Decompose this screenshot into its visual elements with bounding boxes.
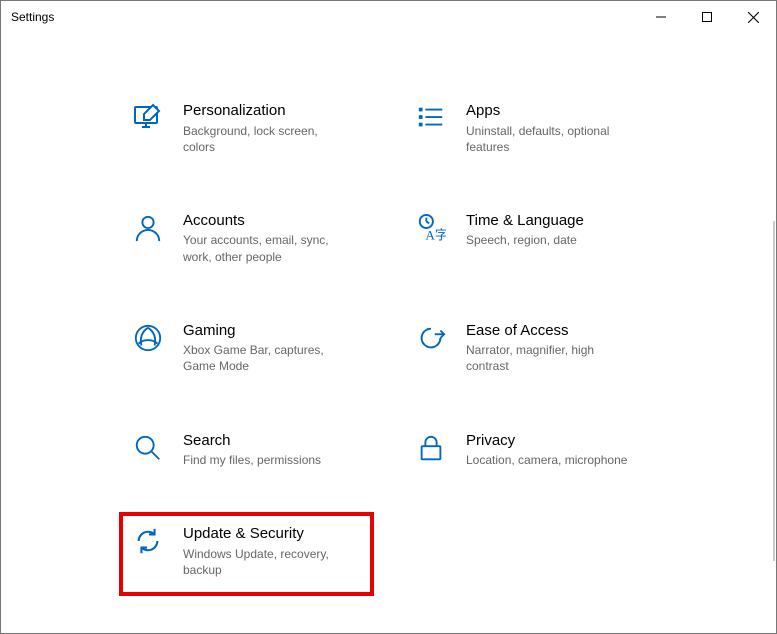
privacy-icon (414, 431, 448, 465)
category-update-security[interactable]: Update & Security Windows Update, recove… (131, 524, 362, 578)
category-desc: Xbox Game Bar, captures, Game Mode (183, 342, 353, 374)
minimize-button[interactable] (638, 1, 684, 33)
category-desc: Uninstall, defaults, optional features (466, 123, 636, 155)
category-name: Accounts (183, 211, 353, 231)
scrollbar[interactable] (773, 221, 775, 561)
category-desc: Your accounts, email, sync, work, other … (183, 232, 353, 264)
category-name: Update & Security (183, 524, 353, 544)
category-desc: Find my files, permissions (183, 452, 321, 468)
settings-categories: Personalization Background, lock screen,… (1, 101, 776, 596)
ease-of-access-icon (414, 321, 448, 355)
category-name: Gaming (183, 321, 353, 341)
category-name: Time & Language (466, 211, 584, 231)
close-button[interactable] (730, 1, 776, 33)
category-name: Apps (466, 101, 636, 121)
search-icon (131, 431, 165, 465)
time-language-icon: A字 (414, 211, 448, 245)
category-privacy[interactable]: Privacy Location, camera, microphone (414, 431, 646, 469)
category-time-language[interactable]: A字 Time & Language Speech, region, date (414, 211, 646, 265)
category-name: Personalization (183, 101, 353, 121)
window-title: Settings (11, 10, 54, 24)
category-name: Ease of Access (466, 321, 636, 341)
highlight-box: Update & Security Windows Update, recove… (119, 512, 374, 596)
category-desc: Background, lock screen, colors (183, 123, 353, 155)
update-security-icon (131, 524, 165, 558)
maximize-button[interactable] (684, 1, 730, 33)
category-desc: Narrator, magnifier, high contrast (466, 342, 636, 374)
category-desc: Location, camera, microphone (466, 452, 627, 468)
category-search[interactable]: Search Find my files, permissions (131, 431, 374, 469)
category-name: Search (183, 431, 321, 451)
gaming-icon (131, 321, 165, 355)
window-controls (638, 1, 776, 33)
category-name: Privacy (466, 431, 627, 451)
accounts-icon (131, 211, 165, 245)
svg-text:A字: A字 (425, 227, 446, 242)
titlebar: Settings (1, 1, 776, 33)
settings-window: Settings (0, 0, 777, 634)
category-desc: Speech, region, date (466, 232, 584, 248)
category-desc: Windows Update, recovery, backup (183, 546, 353, 578)
apps-icon (414, 101, 448, 135)
category-accounts[interactable]: Accounts Your accounts, email, sync, wor… (131, 211, 374, 265)
category-apps[interactable]: Apps Uninstall, defaults, optional featu… (414, 101, 646, 155)
personalization-icon (131, 101, 165, 135)
category-ease-of-access[interactable]: Ease of Access Narrator, magnifier, high… (414, 321, 646, 375)
category-gaming[interactable]: Gaming Xbox Game Bar, captures, Game Mod… (131, 321, 374, 375)
category-personalization[interactable]: Personalization Background, lock screen,… (131, 101, 374, 155)
